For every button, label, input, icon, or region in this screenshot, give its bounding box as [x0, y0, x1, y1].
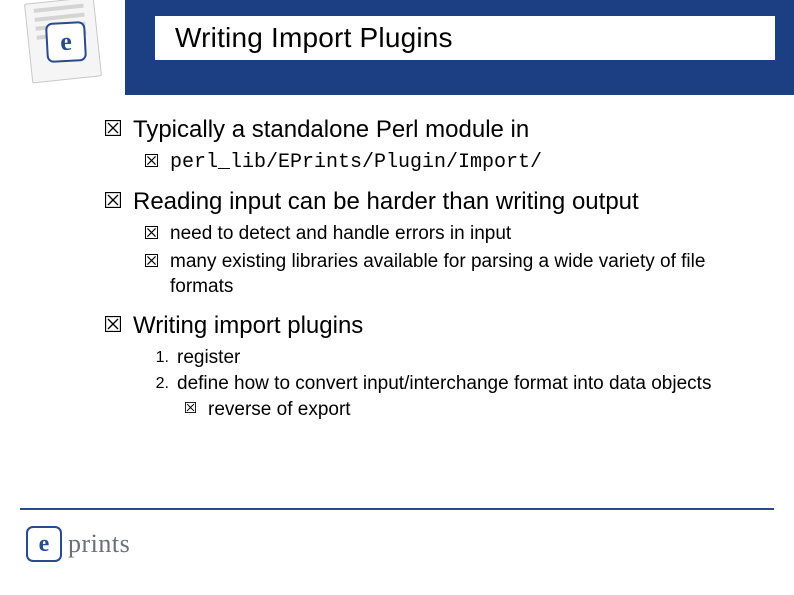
bullet-level1: Writing import plugins	[105, 311, 765, 342]
logo-e-icon: e	[26, 526, 62, 562]
bullet-level2: perl_lib/EPrints/Plugin/Import/	[145, 150, 765, 176]
numbered-item: 1. register	[145, 346, 765, 370]
footer-divider	[20, 508, 774, 510]
slide-content: Typically a standalone Perl module in pe…	[105, 115, 765, 427]
slide-title: Writing Import Plugins	[175, 22, 453, 54]
logo-text: prints	[68, 529, 130, 559]
checkbox-x-icon	[145, 154, 158, 167]
checkbox-x-icon	[105, 192, 121, 208]
header-band: Writing Import Plugins e	[0, 0, 794, 95]
bullet-level3: reverse of export	[185, 398, 765, 422]
number-marker: 2.	[145, 375, 169, 393]
numbered-item: 2. define how to convert input/interchan…	[145, 372, 765, 396]
checkbox-x-icon	[145, 254, 158, 267]
checkbox-x-icon	[145, 226, 158, 239]
bullet-text: Typically a standalone Perl module in	[133, 115, 529, 146]
bullet-text: need to detect and handle errors in inpu…	[170, 222, 511, 246]
checkbox-x-icon	[185, 402, 196, 413]
eprints-logo: e prints	[26, 520, 166, 568]
bullet-level2: need to detect and handle errors in inpu…	[145, 222, 765, 246]
bullet-level1: Typically a standalone Perl module in	[105, 115, 765, 146]
bullet-text-code: perl_lib/EPrints/Plugin/Import/	[170, 150, 542, 176]
e-badge-icon: e	[45, 21, 87, 63]
bullet-text: many existing libraries available for pa…	[170, 250, 765, 299]
bullet-text: Writing import plugins	[133, 311, 363, 342]
corner-document-icon: e	[20, 0, 105, 85]
bullet-level2: many existing libraries available for pa…	[145, 250, 765, 299]
bullet-text: Reading input can be harder than writing…	[133, 187, 639, 218]
bullet-text: reverse of export	[208, 398, 351, 422]
title-bar: Writing Import Plugins	[155, 16, 775, 60]
numbered-text: define how to convert input/interchange …	[177, 372, 711, 396]
numbered-text: register	[177, 346, 240, 370]
number-marker: 1.	[145, 349, 169, 367]
checkbox-x-icon	[105, 316, 121, 332]
checkbox-x-icon	[105, 120, 121, 136]
bullet-level1: Reading input can be harder than writing…	[105, 187, 765, 218]
slide: Writing Import Plugins e Typically a sta…	[0, 0, 794, 595]
